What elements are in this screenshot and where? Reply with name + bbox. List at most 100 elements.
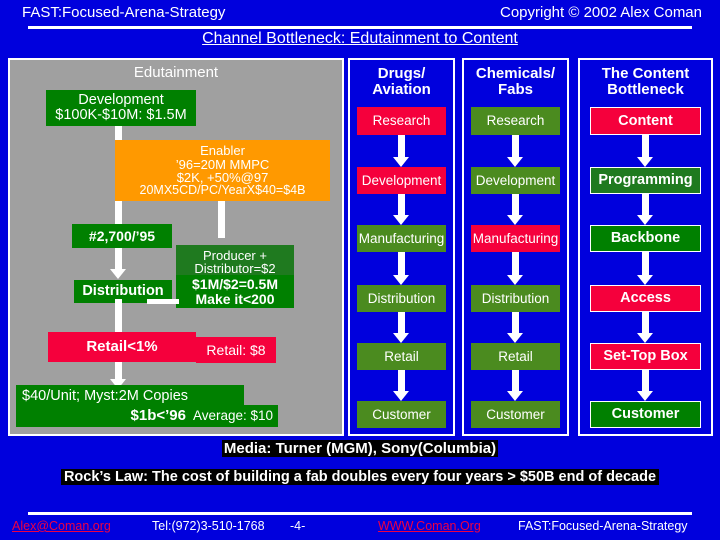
producer-label-line2: Distributor=$2 bbox=[194, 261, 276, 276]
rocks-law-note: Rock’s Law: The cost of building a fab d… bbox=[0, 468, 720, 486]
process-step-label: Distribution bbox=[481, 290, 550, 306]
producer-label-line1: Producer + bbox=[203, 247, 267, 263]
retail-price-box: Retail: $8 bbox=[196, 337, 276, 363]
process-step-label: Manufacturing bbox=[472, 230, 559, 246]
flow-arrow bbox=[393, 135, 409, 167]
process-step-box: Development bbox=[471, 167, 560, 194]
process-step-box: Customer bbox=[471, 401, 560, 428]
process-step-label: Retail bbox=[384, 348, 419, 364]
flow-arrow bbox=[393, 194, 409, 225]
flow-arrow bbox=[637, 194, 653, 225]
process-step-box: Research bbox=[471, 107, 560, 135]
column-1-title-line2: Fabs bbox=[497, 80, 533, 98]
flow-arrow bbox=[393, 312, 409, 343]
process-step-label: Development bbox=[361, 172, 442, 188]
flow-arrow bbox=[637, 370, 653, 401]
column-0-title-line1: Drugs/ bbox=[377, 65, 426, 82]
column-0-title-line2: Aviation bbox=[372, 80, 431, 98]
enabler-label-line4: 20MX5CD/PC/YearX$40=$4B bbox=[139, 183, 306, 197]
edutainment-panel: Edutainment Development $100K-$10M: $1.5… bbox=[8, 58, 344, 436]
process-step-label: Customer bbox=[372, 406, 431, 422]
process-step-box: Distribution bbox=[471, 285, 560, 312]
process-step-box: Distribution bbox=[357, 285, 446, 312]
producer-math-box: $1M/$2=0.5M Make it<200 bbox=[176, 275, 294, 308]
process-step-box: Set-Top Box bbox=[590, 343, 701, 370]
footer-email-link[interactable]: Alex@Coman.org bbox=[12, 519, 111, 533]
process-step-box: Retail bbox=[357, 343, 446, 370]
edutainment-development-box: Development $100K-$10M: $1.5M bbox=[46, 90, 196, 126]
header-divider bbox=[28, 26, 692, 29]
process-step-box: Research bbox=[357, 107, 446, 135]
flow-arrow bbox=[393, 252, 409, 285]
flow-arrow bbox=[507, 135, 523, 167]
flow-arrow bbox=[637, 135, 653, 167]
average-box: Average: $10 bbox=[188, 405, 278, 427]
flow-arrow bbox=[393, 370, 409, 401]
enabler-producer-connector bbox=[218, 201, 225, 238]
process-step-label: Backbone bbox=[610, 230, 681, 247]
process-step-box: Backbone bbox=[590, 225, 701, 252]
process-step-label: Customer bbox=[486, 406, 545, 422]
count-label: #2,700/’95 bbox=[88, 227, 156, 244]
process-step-label: Set-Top Box bbox=[603, 348, 688, 365]
process-step-label: Customer bbox=[611, 406, 680, 423]
footer-page-number: -4- bbox=[290, 519, 306, 533]
process-step-label: Content bbox=[618, 112, 673, 129]
process-step-label: Distribution bbox=[367, 290, 436, 306]
process-step-label: Retail bbox=[498, 348, 533, 364]
process-step-box: Customer bbox=[357, 401, 446, 428]
flow-arrow bbox=[637, 252, 653, 285]
edutainment-heading: Edutainment bbox=[133, 64, 219, 81]
flow-arrow bbox=[637, 312, 653, 343]
column-2-title: The Content Bottleneck bbox=[580, 66, 711, 98]
footer-telephone: Tel:(972)3-510-1768 bbox=[152, 519, 265, 533]
process-step-box: Programming bbox=[590, 167, 701, 194]
enabler-label-line1: Enabler bbox=[200, 143, 245, 159]
column-drugs-aviation: Drugs/ Aviation Research Development Manuf… bbox=[348, 58, 455, 436]
footer-website-link[interactable]: WWW.Coman.Org bbox=[378, 519, 481, 533]
producer-label-line3: $1M/$2=0.5M bbox=[192, 276, 278, 293]
enabler-label-line2: ’96=20M MMPC bbox=[175, 156, 270, 172]
footer-brand: FAST:Focused-Arena-Strategy bbox=[518, 519, 688, 533]
process-step-label: Research bbox=[486, 113, 545, 129]
process-step-label: Manufacturing bbox=[358, 230, 445, 246]
column-0-title: Drugs/ Aviation bbox=[350, 66, 453, 98]
process-step-box: Development bbox=[357, 167, 446, 194]
column-1-title: Chemicals/ Fabs bbox=[464, 66, 567, 98]
flow-arrow bbox=[507, 370, 523, 401]
process-step-label: Development bbox=[475, 172, 556, 188]
header-left-title: FAST:Focused-Arena-Strategy bbox=[22, 4, 226, 21]
enabler-label-line3: $2K, +50%@97 bbox=[176, 169, 269, 185]
rocks-law-text: Rock’s Law: The cost of building a fab d… bbox=[60, 469, 660, 485]
unit-label-line2: $1b<’96 bbox=[130, 407, 186, 425]
process-step-box: Manufacturing bbox=[357, 225, 446, 252]
unit-price-box: $40/Unit; Myst:2M Copies bbox=[16, 385, 244, 407]
column-2-title-line1: The Content bbox=[601, 65, 690, 82]
edutainment-count-box: #2,700/’95 bbox=[72, 224, 172, 248]
column-1-title-line1: Chemicals/ bbox=[475, 65, 556, 82]
media-note-text: Media: Turner (MGM), Sony(Columbia) bbox=[221, 440, 499, 457]
producer-label-line4: Make it<200 bbox=[195, 290, 275, 307]
producer-distributor-box: Producer + Distributor=$2 bbox=[176, 245, 294, 279]
arrow-count-to-distribution bbox=[110, 248, 126, 279]
enabler-box: Enabler ’96=20M MMPC $2K, +50%@97 20MX5C… bbox=[115, 140, 330, 201]
edutainment-retail-box: Retail<1% bbox=[48, 332, 196, 362]
average-label: Average: $10 bbox=[192, 408, 274, 424]
column-content-bottleneck: The Content Bottleneck Content Programmin… bbox=[578, 58, 713, 436]
media-note: Media: Turner (MGM), Sony(Columbia) bbox=[0, 440, 720, 458]
retail-label: Retail<1% bbox=[86, 338, 158, 356]
process-step-box: Retail bbox=[471, 343, 560, 370]
flow-arrow bbox=[507, 194, 523, 225]
development-label-line1: Development bbox=[78, 92, 164, 109]
development-label-line2: $100K-$10M: $1.5M bbox=[55, 107, 187, 123]
distribution-label: Distribution bbox=[82, 283, 164, 300]
column-2-title-line2: Bottleneck bbox=[607, 80, 684, 98]
footer-divider bbox=[28, 512, 692, 515]
process-step-box: Content bbox=[590, 107, 701, 135]
flow-arrow bbox=[507, 252, 523, 285]
unit-label-line1: $40/Unit; Myst:2M Copies bbox=[22, 387, 189, 404]
header-copyright: Copyright © 2002 Alex Coman bbox=[500, 4, 702, 21]
process-step-label: Research bbox=[372, 113, 431, 129]
process-step-box: Access bbox=[590, 285, 701, 312]
distribution-producer-connector bbox=[147, 299, 179, 304]
